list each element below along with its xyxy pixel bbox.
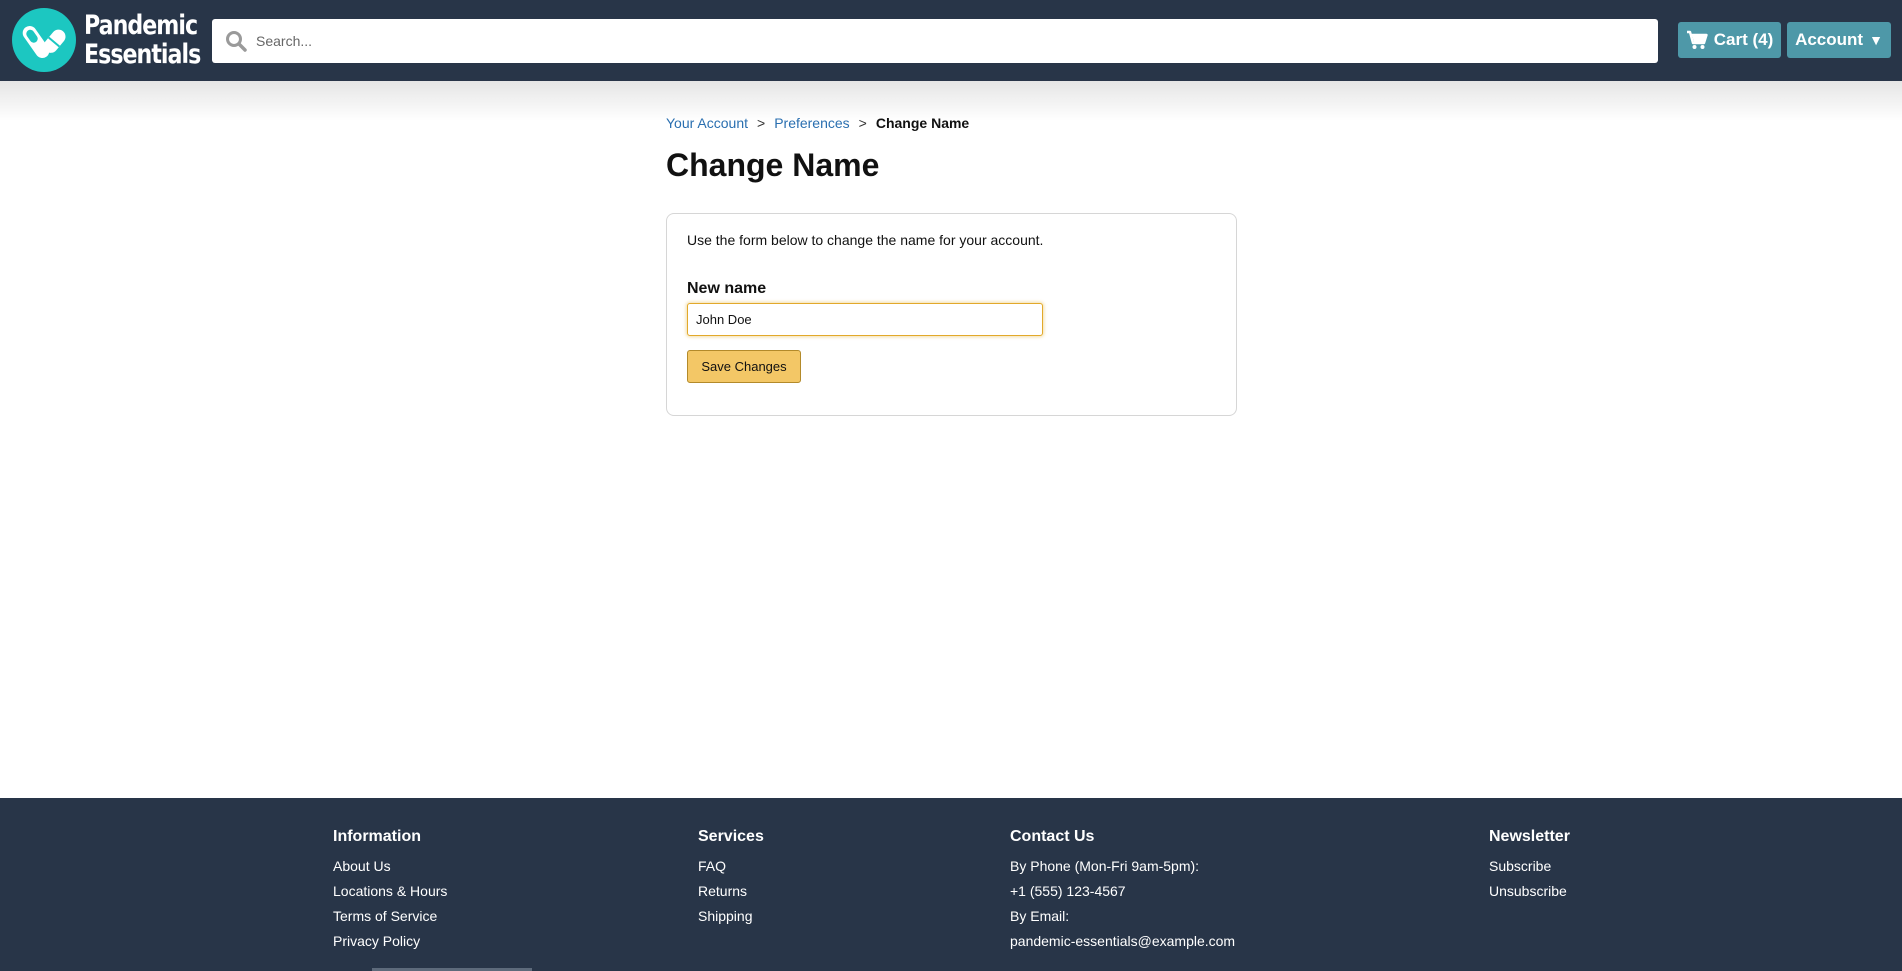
site-logo[interactable]: Pandemic Essentials xyxy=(12,8,226,72)
page-title: Change Name xyxy=(666,147,880,183)
footer-information: Information About Us Locations & Hours T… xyxy=(333,828,447,954)
footer-heading-newsletter: Newsletter xyxy=(1489,828,1570,845)
cart-label: Cart (4) xyxy=(1713,30,1774,49)
footer-link-privacy-policy[interactable]: Privacy Policy xyxy=(333,929,447,954)
footer-link-about-us[interactable]: About Us xyxy=(333,854,447,879)
footer-newsletter: Newsletter Subscribe Unsubscribe xyxy=(1489,828,1570,904)
footer-link-locations-hours[interactable]: Locations & Hours xyxy=(333,879,447,904)
breadcrumb-link-your-account[interactable]: Your Account xyxy=(666,115,748,131)
footer-email-address[interactable]: pandemic-essentials@example.com xyxy=(1010,929,1235,954)
search-icon[interactable] xyxy=(224,29,248,53)
breadcrumb: Your Account > Preferences > Change Name xyxy=(666,115,969,131)
footer-services: Services FAQ Returns Shipping xyxy=(698,828,764,929)
breadcrumb-link-preferences[interactable]: Preferences xyxy=(774,115,849,131)
footer-heading-services: Services xyxy=(698,828,764,845)
footer-heading-contact: Contact Us xyxy=(1010,828,1095,845)
footer-email-label: By Email: xyxy=(1010,908,1070,924)
account-menu-button[interactable]: Account ▼ xyxy=(1787,22,1891,58)
footer-link-shipping[interactable]: Shipping xyxy=(698,904,764,929)
logo-line-2: Essentials xyxy=(84,39,201,70)
change-name-form: Use the form below to change the name fo… xyxy=(666,213,1237,416)
cart-button[interactable]: Cart (4) xyxy=(1678,22,1781,58)
pill-capsule-icon xyxy=(12,8,76,72)
form-description: Use the form below to change the name fo… xyxy=(687,232,1044,248)
footer-link-returns[interactable]: Returns xyxy=(698,879,764,904)
new-name-label: New name xyxy=(687,280,767,297)
site-header: Pandemic Essentials Cart (4) Account ▼ xyxy=(0,0,1902,81)
search-input[interactable] xyxy=(256,33,1636,49)
footer-heading-information: Information xyxy=(333,828,421,845)
caret-down-icon: ▼ xyxy=(1869,32,1883,48)
footer-link-unsubscribe[interactable]: Unsubscribe xyxy=(1489,879,1570,904)
site-footer: Information About Us Locations & Hours T… xyxy=(0,798,1902,971)
footer-contact: Contact Us By Phone (Mon-Fri 9am-5pm): +… xyxy=(1010,828,1235,954)
footer-phone-number[interactable]: +1 (555) 123-4567 xyxy=(1010,879,1235,904)
footer-link-faq[interactable]: FAQ xyxy=(698,854,764,879)
account-label: Account xyxy=(1795,30,1864,49)
breadcrumb-separator: > xyxy=(757,115,766,131)
logo-wordmark: Pandemic Essentials xyxy=(84,10,201,70)
footer-link-subscribe[interactable]: Subscribe xyxy=(1489,854,1570,879)
footer-phone-label: By Phone (Mon-Fri 9am-5pm): xyxy=(1010,858,1200,874)
search-bar xyxy=(212,19,1658,63)
new-name-input[interactable] xyxy=(687,303,1043,336)
breadcrumb-separator: > xyxy=(858,115,867,131)
breadcrumb-current: Change Name xyxy=(875,115,970,131)
footer-link-terms-of-service[interactable]: Terms of Service xyxy=(333,904,447,929)
save-changes-button[interactable]: Save Changes xyxy=(687,350,801,383)
logo-line-1: Pandemic xyxy=(84,10,198,41)
cart-icon xyxy=(1686,30,1708,49)
